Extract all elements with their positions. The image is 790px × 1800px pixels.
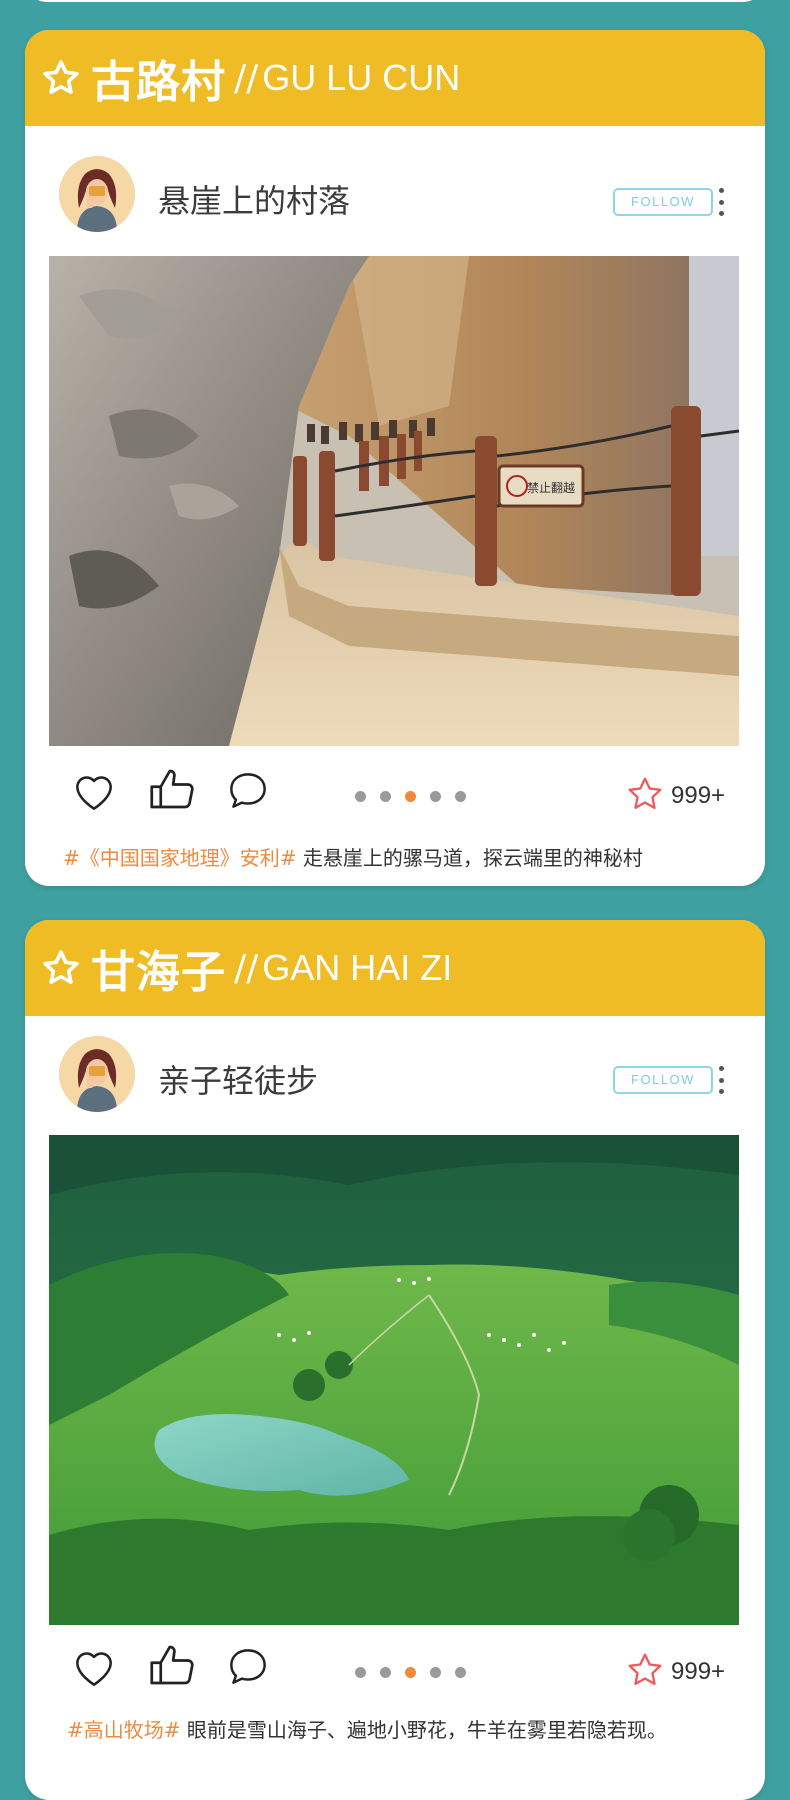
slide-dot[interactable] — [380, 791, 391, 802]
svg-text:禁止翻越: 禁止翻越 — [527, 481, 575, 495]
slide-indicator[interactable] — [355, 791, 466, 802]
slide-dot[interactable] — [380, 1667, 391, 1678]
slide-dot[interactable] — [455, 791, 466, 802]
slide-dot[interactable] — [355, 1667, 366, 1678]
post-photo[interactable] — [49, 1135, 739, 1625]
thumbs-up-icon[interactable] — [145, 1638, 199, 1696]
profile-name: 悬崖上的村落 — [158, 182, 351, 220]
card-header: 古路村 // GU LU CUN — [25, 30, 765, 126]
card-title-chinese: 甘海子 — [91, 947, 226, 998]
card-title-pinyin: GU LU CUN — [262, 57, 461, 98]
favorite-count: 999+ — [671, 1658, 726, 1685]
avatar[interactable] — [59, 1036, 135, 1112]
follow-button[interactable]: FOLLOW — [613, 188, 713, 216]
caption-hashtag[interactable]: #《中国国家地理》安利# — [63, 846, 297, 870]
post-card: 古路村 // GU LU CUN 悬崖上的村落 FOLLOW 禁止翻越 999+… — [25, 30, 765, 886]
slide-dot-active[interactable] — [405, 1667, 416, 1678]
post-card: 甘海子 // GAN HAI ZI 亲子轻徒步 FOLLOW 999+ #高山牧… — [25, 920, 765, 1800]
caption-hashtag[interactable]: #高山牧场# — [67, 1718, 181, 1742]
star-outline-icon — [39, 946, 83, 990]
star-outline-icon — [39, 56, 83, 100]
heart-icon[interactable] — [69, 1642, 119, 1696]
slide-dot[interactable] — [430, 1667, 441, 1678]
post-photo[interactable]: 禁止翻越 — [49, 256, 739, 746]
thumbs-up-icon[interactable] — [145, 762, 199, 820]
caption-text: 走悬崖上的骡马道，探云端里的神秘村 — [296, 846, 643, 870]
action-bar: 999+ — [25, 1636, 765, 1706]
post-caption: #《中国国家地理》安利# 走悬崖上的骡马道，探云端里的神秘村 — [63, 842, 643, 871]
caption-text: 眼前是雪山海子、遍地小野花，牛羊在雾里若隐若现。 — [180, 1718, 667, 1742]
favorite-star-icon[interactable] — [625, 774, 665, 818]
profile-row: 亲子轻徒步 FOLLOW — [25, 1016, 765, 1146]
favorite-star-icon[interactable] — [625, 1650, 665, 1694]
title-separator: // — [234, 57, 259, 99]
slide-dot[interactable] — [355, 791, 366, 802]
heart-icon[interactable] — [69, 766, 119, 820]
slide-dot[interactable] — [430, 791, 441, 802]
profile-name: 亲子轻徒步 — [158, 1062, 319, 1100]
card-title-chinese: 古路村 — [91, 57, 226, 108]
action-bar: 999+ — [25, 760, 765, 830]
previous-card-edge — [25, 0, 765, 2]
comment-icon[interactable] — [223, 766, 273, 820]
profile-row: 悬崖上的村落 FOLLOW — [25, 126, 765, 256]
photo-warning-sign: 禁止翻越 — [497, 464, 585, 508]
post-caption: #高山牧场# 眼前是雪山海子、遍地小野花，牛羊在雾里若隐若现。 — [67, 1714, 667, 1743]
favorite-count: 999+ — [671, 782, 726, 809]
more-vertical-icon[interactable] — [715, 188, 727, 216]
follow-button[interactable]: FOLLOW — [613, 1066, 713, 1094]
slide-indicator[interactable] — [355, 1667, 466, 1678]
avatar[interactable] — [59, 156, 135, 232]
slide-dot[interactable] — [455, 1667, 466, 1678]
card-header: 甘海子 // GAN HAI ZI — [25, 920, 765, 1016]
comment-icon[interactable] — [223, 1642, 273, 1696]
more-vertical-icon[interactable] — [715, 1066, 727, 1094]
slide-dot-active[interactable] — [405, 791, 416, 802]
card-title-pinyin: GAN HAI ZI — [262, 947, 453, 988]
title-separator: // — [234, 947, 259, 989]
